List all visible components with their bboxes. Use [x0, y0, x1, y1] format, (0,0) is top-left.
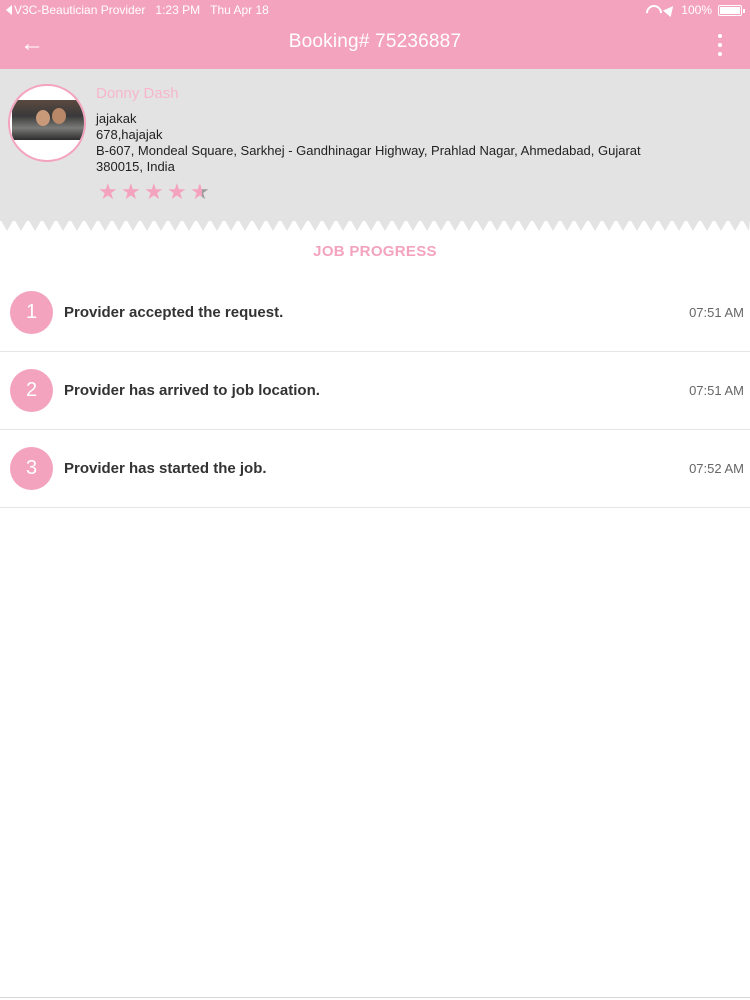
job-progress-list: 1 Provider accepted the request. 07:51 A…	[0, 274, 750, 508]
step-time: 07:52 AM	[689, 461, 744, 476]
customer-rating: ★ ★ ★ ★ ★	[98, 181, 212, 203]
job-progress-title: JOB PROGRESS	[313, 243, 437, 260]
battery-icon	[718, 4, 745, 16]
page-title: Booking# 75236887	[288, 31, 462, 52]
step-description: Provider has arrived to job location.	[64, 382, 320, 399]
customer-address-1: B-607, Mondeal Square, Sarkhej - Gandhin…	[96, 143, 641, 158]
step-description: Provider has started the job.	[64, 460, 267, 477]
step-number-badge: 3	[10, 447, 53, 490]
step-time: 07:51 AM	[689, 383, 744, 398]
more-vertical-icon	[718, 34, 722, 38]
customer-line-2: 678,hajajak	[96, 127, 163, 142]
wifi-icon	[645, 5, 659, 15]
status-back-app-label: V3C-Beautician Provider	[14, 3, 146, 17]
status-bar: V3C-Beautician Provider 1:23 PM Thu Apr …	[0, 0, 750, 20]
app-bar: ← Booking# 75236887	[0, 20, 750, 69]
customer-avatar	[8, 84, 86, 162]
step-description: Provider accepted the request.	[64, 304, 284, 321]
status-time: 1:23 PM	[155, 3, 201, 17]
customer-line-1: jajakak	[96, 111, 137, 126]
star-icon: ★	[167, 179, 187, 204]
step-number-badge: 2	[10, 369, 53, 412]
zigzag-divider	[0, 219, 750, 231]
location-icon	[663, 2, 678, 18]
battery-percent: 100%	[681, 3, 712, 17]
step-time: 07:51 AM	[689, 305, 744, 320]
star-icon: ★	[121, 179, 141, 204]
star-icon: ★	[98, 179, 118, 204]
star-icon: ★	[144, 179, 164, 204]
progress-step: 2 Provider has arrived to job location. …	[0, 352, 750, 430]
top-bar: V3C-Beautician Provider 1:23 PM Thu Apr …	[0, 0, 750, 69]
progress-step: 3 Provider has started the job. 07:52 AM	[0, 430, 750, 508]
customer-address-2: 380015, India	[96, 159, 175, 174]
star-icon: ★	[190, 181, 212, 203]
status-back-app[interactable]: V3C-Beautician Provider	[6, 0, 145, 20]
back-triangle-icon	[6, 5, 12, 15]
progress-step: 1 Provider accepted the request. 07:51 A…	[0, 274, 750, 352]
step-number-badge: 1	[10, 291, 53, 334]
more-options-button[interactable]	[710, 34, 730, 56]
bottom-divider	[0, 997, 750, 998]
avatar-photo	[12, 100, 84, 140]
customer-name: Donny Dash	[96, 85, 179, 102]
status-date: Thu Apr 18	[210, 3, 269, 17]
